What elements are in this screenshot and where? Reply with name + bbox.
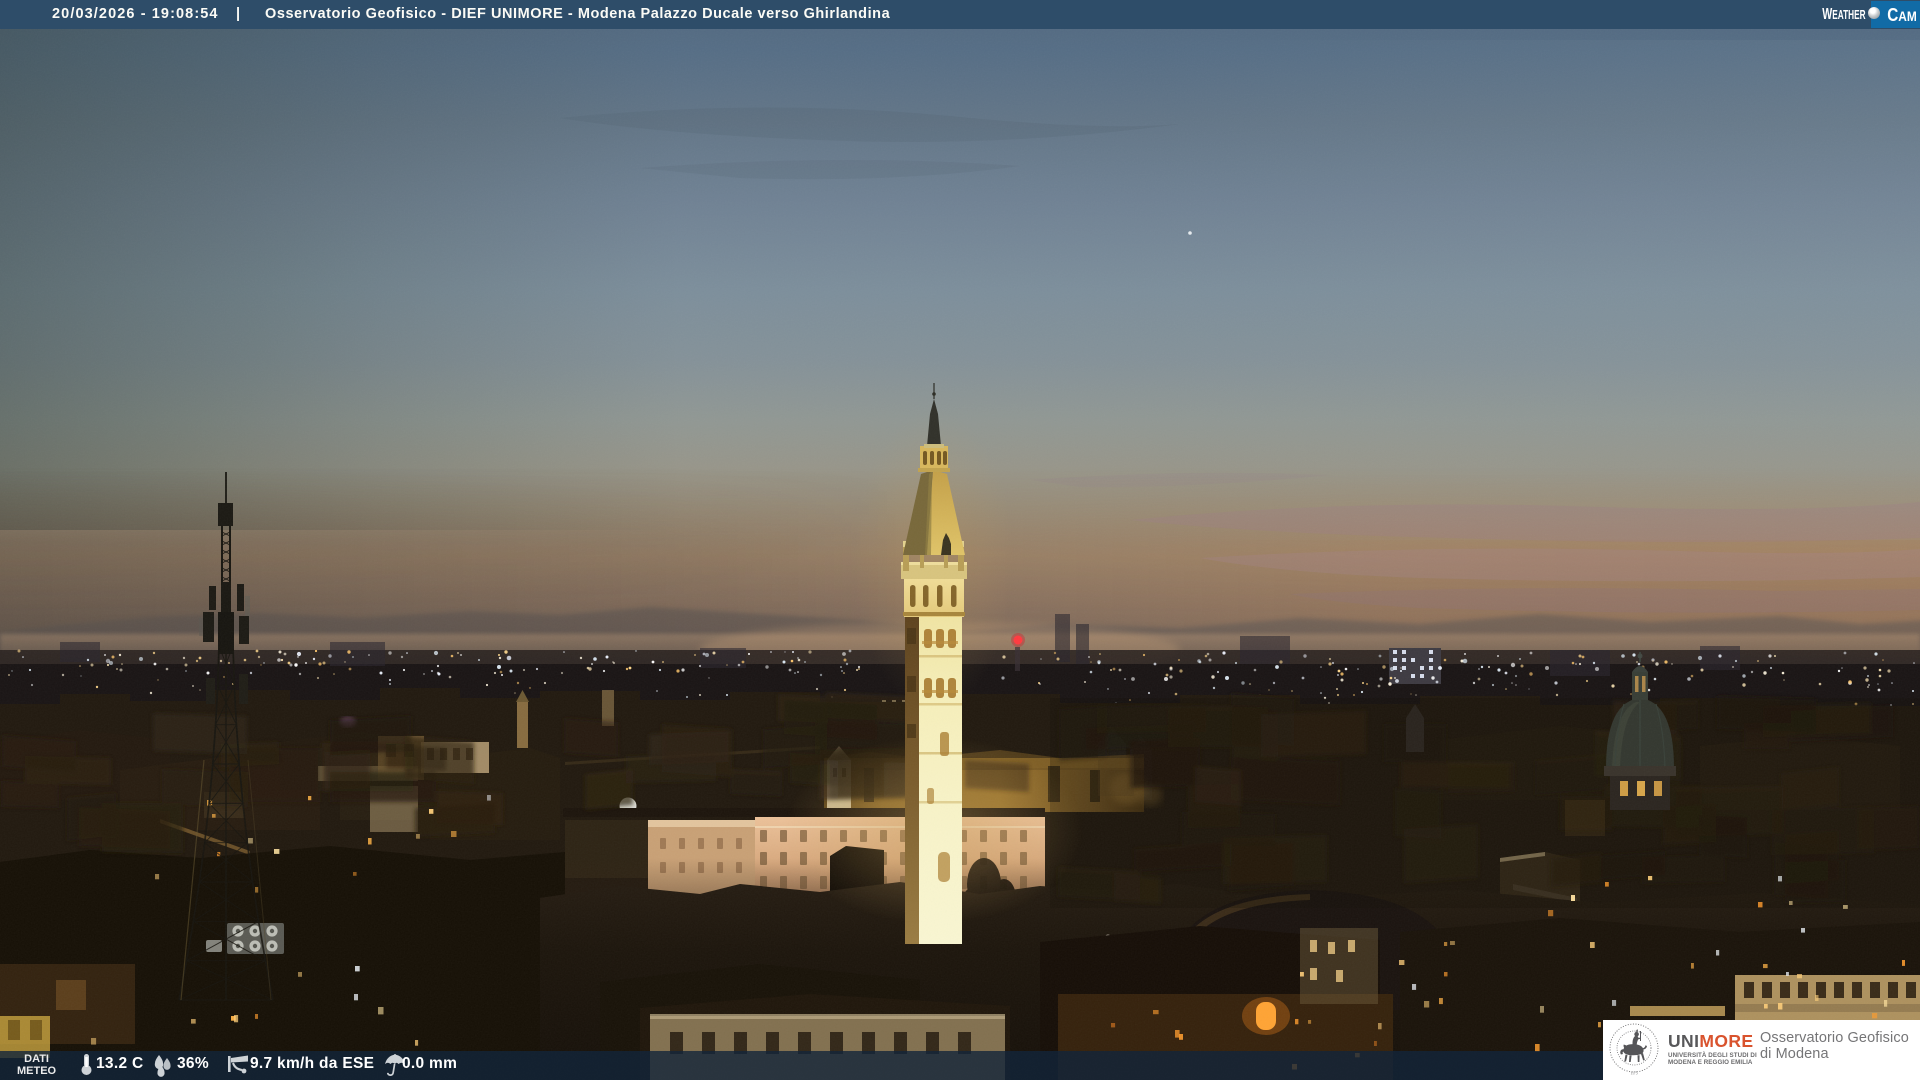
svg-text:1175: 1175 — [1630, 1071, 1637, 1075]
